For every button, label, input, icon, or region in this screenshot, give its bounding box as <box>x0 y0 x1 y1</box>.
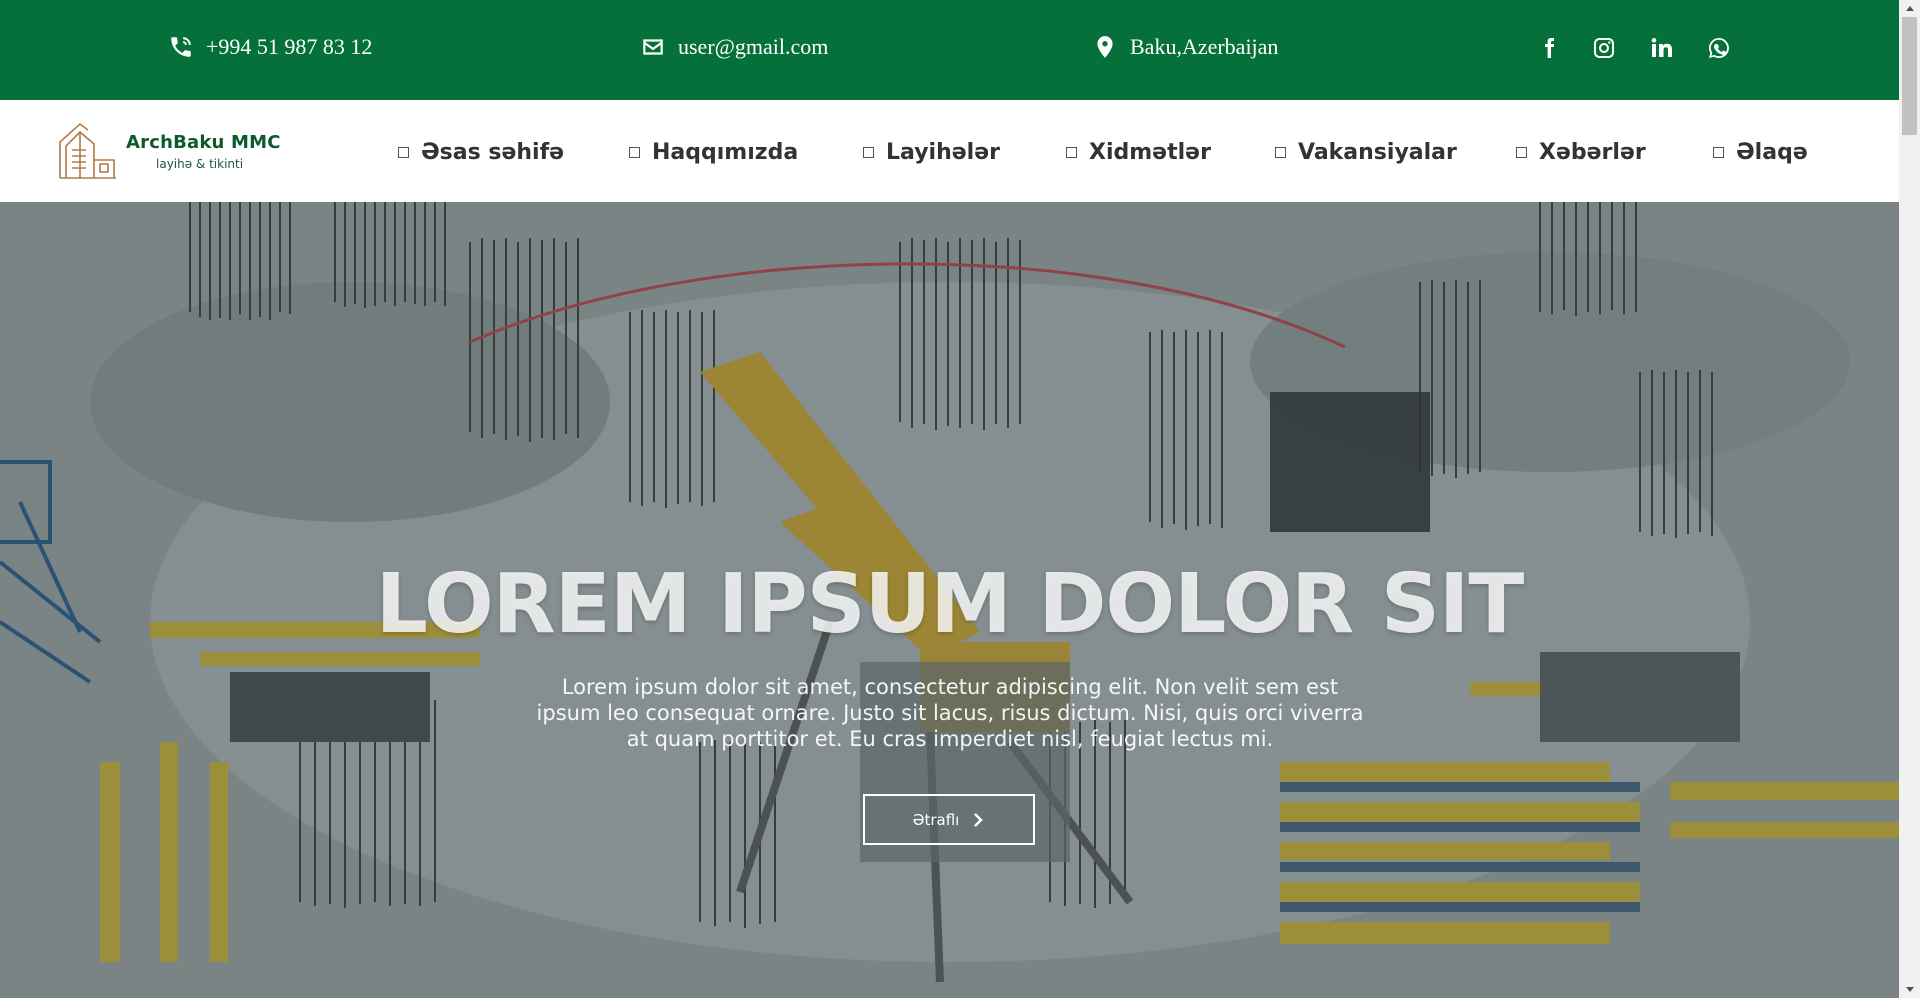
whatsapp-icon <box>1709 38 1729 58</box>
email-address: user@gmail.com <box>678 34 829 59</box>
square-bullet-icon <box>1066 147 1077 158</box>
square-bullet-icon <box>629 147 640 158</box>
square-bullet-icon <box>398 147 409 158</box>
nav-item-label: Xəbərlər <box>1539 140 1646 165</box>
linkedin-link[interactable] <box>1647 34 1675 62</box>
nav-item-label: Haqqımızda <box>652 140 799 165</box>
square-bullet-icon <box>1275 147 1286 158</box>
nav-item-label: Xidmətlər <box>1089 140 1211 165</box>
page-scrollbar[interactable] <box>1899 0 1920 998</box>
nav-item-news[interactable]: Xəbərlər <box>1516 140 1646 165</box>
nav-item-label: Əsas səhifə <box>421 140 565 165</box>
phone-contact[interactable]: +994 51 987 83 12 <box>168 34 372 60</box>
brand-name: ArchBaku MMC <box>126 131 281 153</box>
linkedin-icon <box>1651 38 1672 57</box>
location-contact: Baku,Azerbaijan <box>1092 34 1278 60</box>
envelope-icon <box>643 39 663 55</box>
square-bullet-icon <box>1516 147 1527 158</box>
phone-icon <box>171 37 191 57</box>
scroll-down-arrow[interactable] <box>1899 981 1920 998</box>
hero-banner: LOREM IPSUM DOLOR SIT Lorem ipsum dolor … <box>0 202 1899 998</box>
nav-item-services[interactable]: Xidmətlər <box>1066 140 1211 165</box>
brand-tagline: layihə & tikinti <box>156 156 244 171</box>
nav-item-label: Vakansiyalar <box>1298 140 1457 165</box>
nav-item-about[interactable]: Haqqımızda <box>629 140 798 165</box>
email-contact[interactable]: user@gmail.com <box>640 34 828 60</box>
whatsapp-link[interactable] <box>1705 34 1733 62</box>
site-logo[interactable]: ArchBaku MMC layihə & tikinti <box>58 120 281 182</box>
nav-item-label: Əlaqə <box>1736 140 1808 165</box>
top-contact-bar: +994 51 987 83 12 user@gmail.com Baku,Az… <box>0 0 1899 100</box>
instagram-link[interactable] <box>1590 34 1618 62</box>
hero-description: Lorem ipsum dolor sit amet, consectetur … <box>536 675 1364 751</box>
phone-number: +994 51 987 83 12 <box>206 34 373 59</box>
arrow-up-icon <box>1905 6 1914 11</box>
nav-item-label: Layihələr <box>886 140 1000 165</box>
house-logo-icon <box>59 122 116 179</box>
chevron-right-icon <box>974 812 984 827</box>
location-text: Baku,Azerbaijan <box>1130 34 1279 59</box>
more-info-button[interactable]: Ətraflı <box>863 794 1035 845</box>
facebook-icon <box>1545 38 1555 58</box>
scroll-thumb[interactable] <box>1902 17 1917 135</box>
arrow-down-icon <box>1905 987 1914 992</box>
nav-item-home[interactable]: Əsas səhifə <box>398 140 564 165</box>
square-bullet-icon <box>1713 147 1724 158</box>
main-navbar: ArchBaku MMC layihə & tikinti Əsas səhif… <box>0 100 1899 202</box>
nav-item-projects[interactable]: Layihələr <box>863 140 1000 165</box>
more-info-label: Ətraflı <box>912 810 960 829</box>
instagram-icon <box>1594 38 1614 58</box>
facebook-link[interactable] <box>1535 34 1563 62</box>
nav-item-vacancies[interactable]: Vakansiyalar <box>1275 140 1457 165</box>
hero-title: LOREM IPSUM DOLOR SIT <box>375 557 1525 652</box>
map-pin-icon <box>1097 36 1113 58</box>
scroll-up-arrow[interactable] <box>1899 0 1920 17</box>
square-bullet-icon <box>863 147 874 158</box>
nav-item-contact[interactable]: Əlaqə <box>1713 140 1808 165</box>
